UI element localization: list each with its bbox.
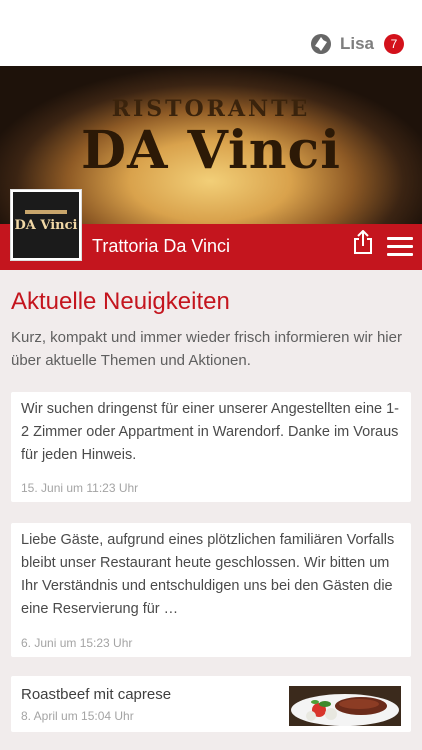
news-date: 6. Juni um 15:23 Uhr (21, 636, 133, 650)
section-intro: Kurz, kompakt und immer wieder frisch in… (11, 329, 402, 369)
sign-text-ristorante: RISTORANTE (111, 96, 311, 122)
business-logo: DA Vinci (10, 189, 82, 261)
news-card[interactable]: Liebe Gäste, aufgrund eines plötzlichen … (11, 523, 411, 657)
news-card[interactable]: Wir suchen dringenst für einer unserer A… (11, 392, 411, 502)
user-name: Lisa (339, 34, 374, 53)
sign-text-da-vinci: DA Vinci (81, 120, 341, 181)
news-date: 15. Juni um 11:23 Uhr (21, 481, 139, 495)
news-date: 8. April um 15:04 Uhr (21, 709, 134, 723)
news-card[interactable]: Roastbeef mit caprese 8. April um 15:04 … (11, 676, 411, 732)
news-text: Wir suchen dringenst für einer unserer A… (21, 401, 400, 463)
user-profile-button[interactable]: Lisa 7 (310, 33, 404, 55)
business-name: Trattoria Da Vinci (92, 236, 231, 256)
food-thumbnail (289, 686, 401, 726)
logo-strip (25, 210, 67, 214)
logo-text: DA Vinci (14, 217, 78, 233)
section-title: Aktuelle Neuigkeiten (11, 288, 230, 315)
share-icon[interactable] (352, 230, 374, 254)
hamburger-menu-icon[interactable] (387, 237, 413, 257)
notification-badge[interactable]: 7 (384, 34, 404, 54)
news-title: Roastbeef mit caprese (21, 686, 172, 703)
lisa-app-icon (310, 34, 331, 54)
top-bar: Lisa 7 (0, 0, 422, 66)
news-text: Liebe Gäste, aufgrund eines plötzlichen … (21, 532, 395, 617)
